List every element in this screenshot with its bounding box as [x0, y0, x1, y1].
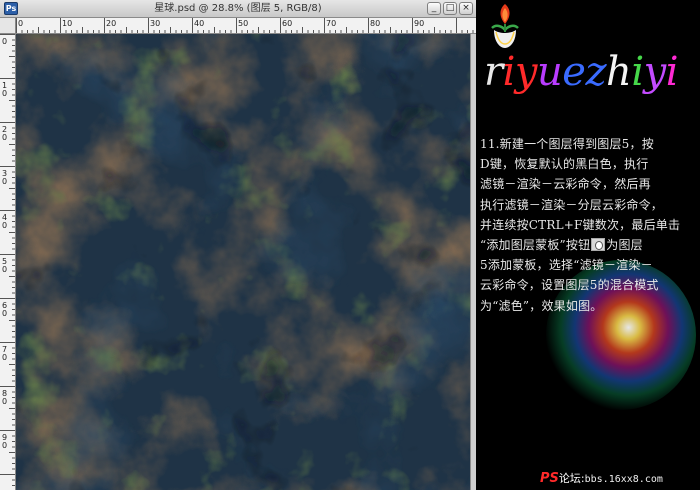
planet-texture-image [16, 34, 470, 490]
ruler-label: 0 [2, 37, 7, 46]
title-bar[interactable]: Ps 星球.psd @ 28.8% (图层 5, RGB/8) _ □ × [0, 0, 476, 18]
logo-letter: u [537, 49, 563, 95]
ps-brand: PS [540, 471, 559, 486]
ruler-label: 50 [238, 19, 248, 28]
ruler-label: 70 [326, 19, 336, 28]
riyuezhiyi-logo: riyuezhiyi [484, 44, 700, 104]
logo-letter: y [514, 49, 538, 95]
logo-letter: e [562, 49, 586, 95]
image-canvas[interactable] [16, 34, 470, 490]
logo-letter: i [665, 49, 679, 95]
horizontal-ruler-ticks: 0 10 20 30 40 50 60 70 80 90 [16, 18, 474, 33]
tutorial-step-text: 11.新建一个图层得到图层5，按 D键，恢复默认的黑白色，执行 滤镜－渲染－云彩… [480, 134, 696, 316]
vertical-ruler-ticks: 0102030405060708090 [0, 34, 15, 486]
ruler-label: 80 [370, 19, 380, 28]
horizontal-ruler[interactable]: 0 10 20 30 40 50 60 70 80 90 [16, 18, 476, 34]
instruction-line: 5添加蒙板，选择“滤镜－渲染－ [480, 258, 653, 273]
ruler-label: 10 [62, 19, 72, 28]
instruction-line: 11.新建一个图层得到图层5，按 [480, 137, 654, 151]
logo-letter: r [484, 49, 503, 95]
ruler-label: 0 [2, 89, 7, 98]
ruler-label: 20 [106, 19, 116, 28]
forum-watermark: PS论坛:bbs.16xx8.com [540, 470, 700, 488]
ruler-label: 0 [2, 265, 7, 274]
document-title: 星球.psd @ 28.8% (图层 5, RGB/8) [154, 3, 322, 14]
ruler-label: 0 [2, 397, 7, 406]
ruler-label: 0 [18, 19, 23, 28]
ruler-label: 0 [2, 177, 7, 186]
instruction-line: 并连续按CTRL+F键数次，最后单击 [480, 217, 681, 232]
instruction-line: 为“滤色”，效果如图。 [480, 298, 603, 313]
ruler-label: 90 [414, 19, 424, 28]
ruler-label: 0 [2, 133, 7, 142]
ruler-origin[interactable] [0, 18, 16, 34]
forum-site: bbs.16xx8.com [584, 474, 663, 485]
close-icon[interactable]: × [459, 2, 473, 15]
forum-label: 论坛: [558, 472, 585, 485]
instruction-line: “添加图层蒙板”按钮 为图层 [480, 235, 696, 255]
ruler-label: 0 [2, 309, 7, 318]
instruction-line-part: “添加图层蒙板”按钮 [480, 238, 591, 253]
ruler-label: 0 [2, 221, 7, 230]
instruction-line: 执行滤镜－渲染－分层云彩命令， [480, 197, 664, 212]
logo-letter: i [502, 49, 516, 95]
minimize-icon[interactable]: _ [427, 2, 441, 15]
logo-letter: i [631, 49, 644, 95]
document-window: Ps 星球.psd @ 28.8% (图层 5, RGB/8) _ □ × 0 1… [0, 0, 476, 490]
instruction-line: 云彩命令，设置图层5的混合模式 [480, 278, 659, 293]
logo-letter: h [606, 49, 632, 95]
vertical-ruler[interactable]: 0102030405060708090 [0, 34, 16, 490]
ruler-label: 60 [282, 19, 292, 28]
ruler-label: 40 [194, 19, 204, 28]
instruction-line: 滤镜－渲染－云彩命令，然后再 [480, 177, 651, 192]
maximize-icon[interactable]: □ [443, 2, 457, 15]
instruction-line-part: 为图层 [606, 238, 643, 253]
add-layer-mask-icon [591, 238, 606, 252]
window-controls: _ □ × [427, 2, 473, 15]
logo-letter: y [643, 49, 667, 95]
ruler-label: 0 [2, 353, 7, 362]
ruler-label: 0 [2, 441, 7, 450]
tutorial-panel: riyuezhiyi 11.新建一个图层得到图层5，按 D键，恢复默认的黑白色，… [476, 0, 700, 490]
instruction-line: D键，恢复默认的黑白色，执行 [480, 157, 649, 172]
ruler-label: 30 [150, 19, 160, 28]
logo-letter: z [585, 49, 607, 95]
